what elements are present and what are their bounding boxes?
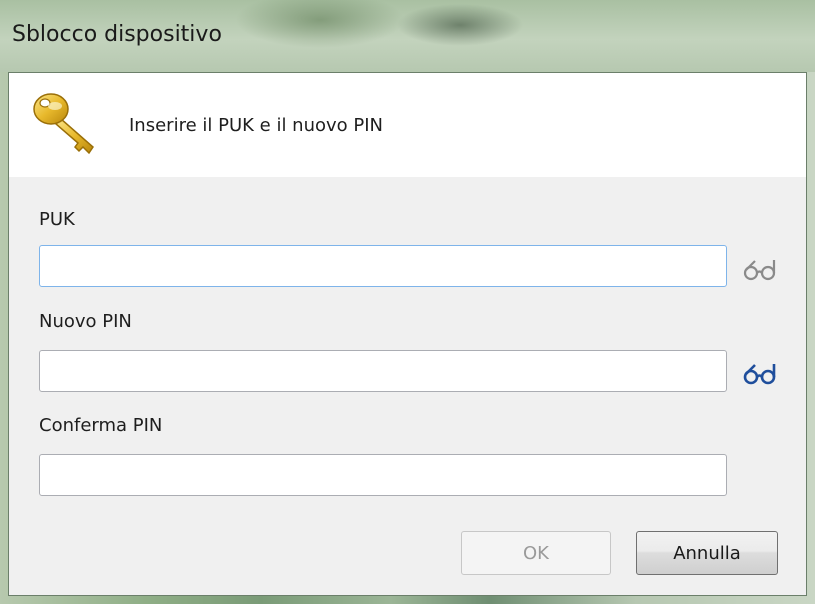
window-title: Sblocco dispositivo xyxy=(12,22,222,47)
cancel-button[interactable]: Annulla xyxy=(636,531,778,575)
key-icon xyxy=(33,93,94,155)
confirm-pin-input[interactable] xyxy=(39,454,727,496)
dialog-body: Inserire il PUK e il nuovo PIN PUK Nuovo… xyxy=(8,72,807,596)
instruction-text: Inserire il PUK e il nuovo PIN xyxy=(129,115,384,136)
puk-input[interactable] xyxy=(39,245,727,287)
glasses-icon[interactable] xyxy=(741,257,781,283)
puk-label: PUK xyxy=(39,209,75,230)
glasses-icon[interactable] xyxy=(741,361,781,387)
dialog-window: Sblocco dispositivo Inserire il PUK e il… xyxy=(0,0,815,604)
ok-button[interactable]: OK xyxy=(461,531,611,575)
dialog-header: Inserire il PUK e il nuovo PIN xyxy=(9,73,806,177)
confirm-pin-label: Conferma PIN xyxy=(39,415,163,436)
new-pin-label: Nuovo PIN xyxy=(39,311,132,332)
new-pin-input[interactable] xyxy=(39,350,727,392)
title-bar[interactable]: Sblocco dispositivo xyxy=(0,0,815,72)
